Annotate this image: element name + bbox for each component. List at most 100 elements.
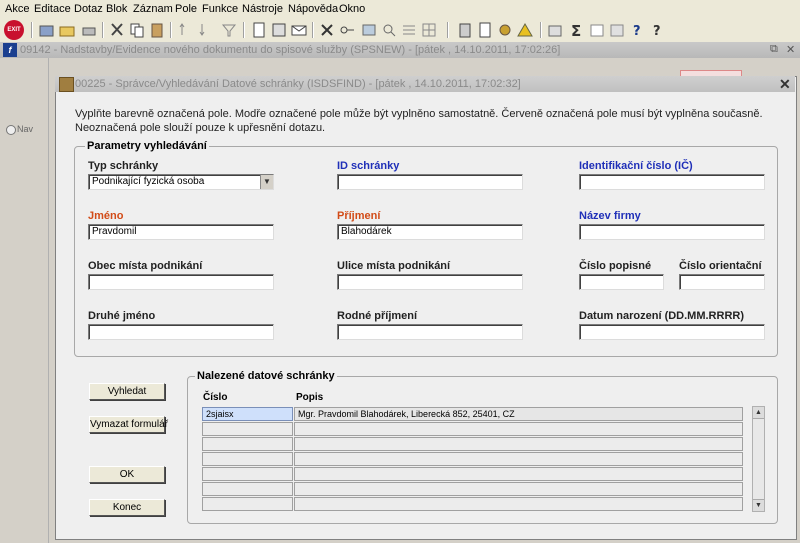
toolbar-separator (447, 22, 449, 38)
help-pointer-icon[interactable]: ? (630, 21, 648, 39)
ulice-label: Ulice místa podnikání (337, 260, 451, 272)
grid-icon[interactable] (420, 21, 438, 39)
report-icon[interactable] (476, 21, 494, 39)
cislo-cell[interactable] (202, 482, 293, 496)
prijmeni-label: Příjmení (337, 210, 381, 222)
menu-editace[interactable]: Editace (34, 3, 71, 15)
restore-icon[interactable]: ⧉ (770, 43, 778, 56)
filter-icon[interactable] (220, 21, 238, 39)
popis-cell[interactable] (294, 497, 743, 511)
scroll-down-icon[interactable]: ▼ (753, 499, 764, 511)
datum-narozeni-input[interactable] (579, 324, 765, 340)
popis-cell[interactable] (294, 437, 743, 451)
toolbar-separator (31, 22, 33, 38)
instruction-line-2: Neoznačená pole slouží pouze k upřesnění… (75, 122, 326, 134)
calculator-icon[interactable] (456, 21, 474, 39)
id-schranky-input[interactable] (337, 174, 523, 190)
key-icon[interactable] (338, 21, 356, 39)
edit-icon[interactable] (270, 21, 288, 39)
column-header-cislo: Číslo (203, 392, 228, 403)
cislo-cell[interactable] (202, 422, 293, 436)
vyhledat-button[interactable]: Vyhledat (89, 383, 165, 400)
app-logo-icon: f (3, 43, 17, 57)
dialog-app-icon (59, 77, 74, 92)
popis-cell[interactable] (294, 467, 743, 481)
cut-icon[interactable] (108, 21, 126, 39)
help-icon[interactable]: ? (650, 21, 668, 39)
calendar-icon[interactable] (588, 21, 606, 39)
menu-blok[interactable]: Blok (106, 3, 127, 15)
popis-cell[interactable] (294, 452, 743, 466)
search-parameters-label: Parametry vyhledávání (85, 140, 209, 152)
outer-window-titlebar: f 09142 - Nadstavby/Evidence nového doku… (0, 42, 800, 58)
menu-okno[interactable]: Okno (339, 3, 365, 15)
cislo-cell[interactable] (202, 437, 293, 451)
cislo-cell[interactable] (202, 467, 293, 481)
ok-button[interactable]: OK (89, 466, 165, 483)
jmeno-input[interactable]: Pravdomil (88, 224, 274, 240)
delete-record-icon[interactable] (318, 21, 336, 39)
close-icon[interactable]: ✕ (786, 43, 795, 56)
konec-button[interactable]: Konec (89, 499, 165, 516)
paste-icon[interactable] (148, 21, 166, 39)
print-icon[interactable] (80, 21, 98, 39)
sum-icon[interactable]: Σ (568, 21, 586, 39)
exit-button[interactable]: EXIT (4, 20, 24, 40)
settings-icon[interactable] (608, 21, 626, 39)
insert-row-icon[interactable] (400, 21, 418, 39)
chart-icon[interactable] (546, 21, 564, 39)
popis-cell[interactable] (294, 482, 743, 496)
nav-label: Nav (17, 124, 34, 134)
mail-icon[interactable] (290, 21, 308, 39)
document-icon[interactable] (250, 21, 268, 39)
ic-input[interactable] (579, 174, 765, 190)
results-group-label: Nalezené datové schránky (195, 370, 337, 382)
dialog-titlebar: 00225 - Správce/Vyhledávání Datové schrá… (55, 76, 795, 92)
rodne-prijmeni-input[interactable] (337, 324, 523, 340)
druhe-jmeno-input[interactable] (88, 324, 274, 340)
results-scrollbar[interactable]: ▲ ▼ (752, 406, 765, 512)
menu-akce[interactable]: Akce (5, 3, 29, 15)
cislo-cell[interactable] (202, 452, 293, 466)
menu-funkce[interactable]: Funkce (202, 3, 238, 15)
cislo-orientacni-input[interactable] (679, 274, 765, 290)
save-icon[interactable] (38, 21, 56, 39)
jmeno-label: Jméno (88, 210, 124, 222)
dialog-close-icon[interactable]: ✕ (779, 76, 791, 93)
menu-dotaz[interactable]: Dotaz (74, 3, 103, 15)
fields-icon[interactable] (360, 21, 378, 39)
menu-napoveda[interactable]: Nápověda (288, 3, 338, 15)
prijmeni-input[interactable]: Blahodárek (337, 224, 523, 240)
typ-schranky-select[interactable]: Podnikající fyzická osoba ▼ (88, 174, 274, 190)
cislo-cell[interactable]: 2sjaisx (202, 407, 293, 421)
menu-pole[interactable]: Pole (175, 3, 197, 15)
warning-icon[interactable] (516, 21, 534, 39)
sort-asc-icon[interactable] (178, 21, 196, 39)
obec-label: Obec místa podnikání (88, 260, 203, 272)
svg-text:?: ? (633, 24, 641, 39)
chevron-down-icon[interactable]: ▼ (260, 175, 273, 189)
ulice-input[interactable] (337, 274, 523, 290)
nazev-firmy-input[interactable] (579, 224, 765, 240)
obec-input[interactable] (88, 274, 274, 290)
sort-desc-icon[interactable] (198, 21, 216, 39)
cislo-popisne-label: Číslo popisné (579, 260, 652, 272)
search-records-icon[interactable] (380, 21, 398, 39)
scroll-up-icon[interactable]: ▲ (753, 407, 764, 419)
menu-zaznam[interactable]: Záznam (133, 3, 173, 15)
folder-icon[interactable] (58, 21, 76, 39)
cislo-popisne-input[interactable] (579, 274, 664, 290)
menu-nastroje[interactable]: Nástroje (242, 3, 283, 15)
cislo-orientacni-label: Číslo orientační (679, 260, 762, 272)
menu-bar: Akce Editace Dotaz Blok Záznam Pole Funk… (0, 0, 800, 18)
copy-icon[interactable] (128, 21, 146, 39)
cislo-cell[interactable] (202, 497, 293, 511)
popis-cell[interactable] (294, 422, 743, 436)
vymazat-formular-button[interactable]: Vymazat formulář (89, 416, 168, 433)
nav-radio-icon (6, 124, 16, 135)
tools-icon[interactable] (496, 21, 514, 39)
instruction-line-1: Vyplňte barevně označená pole. Modře ozn… (75, 108, 763, 120)
popis-cell[interactable]: Mgr. Pravdomil Blahodárek, Liberecká 852… (294, 407, 743, 421)
nav-item[interactable]: Nav (6, 124, 33, 135)
typ-schranky-value: Podnikající fyzická osoba (92, 176, 205, 187)
